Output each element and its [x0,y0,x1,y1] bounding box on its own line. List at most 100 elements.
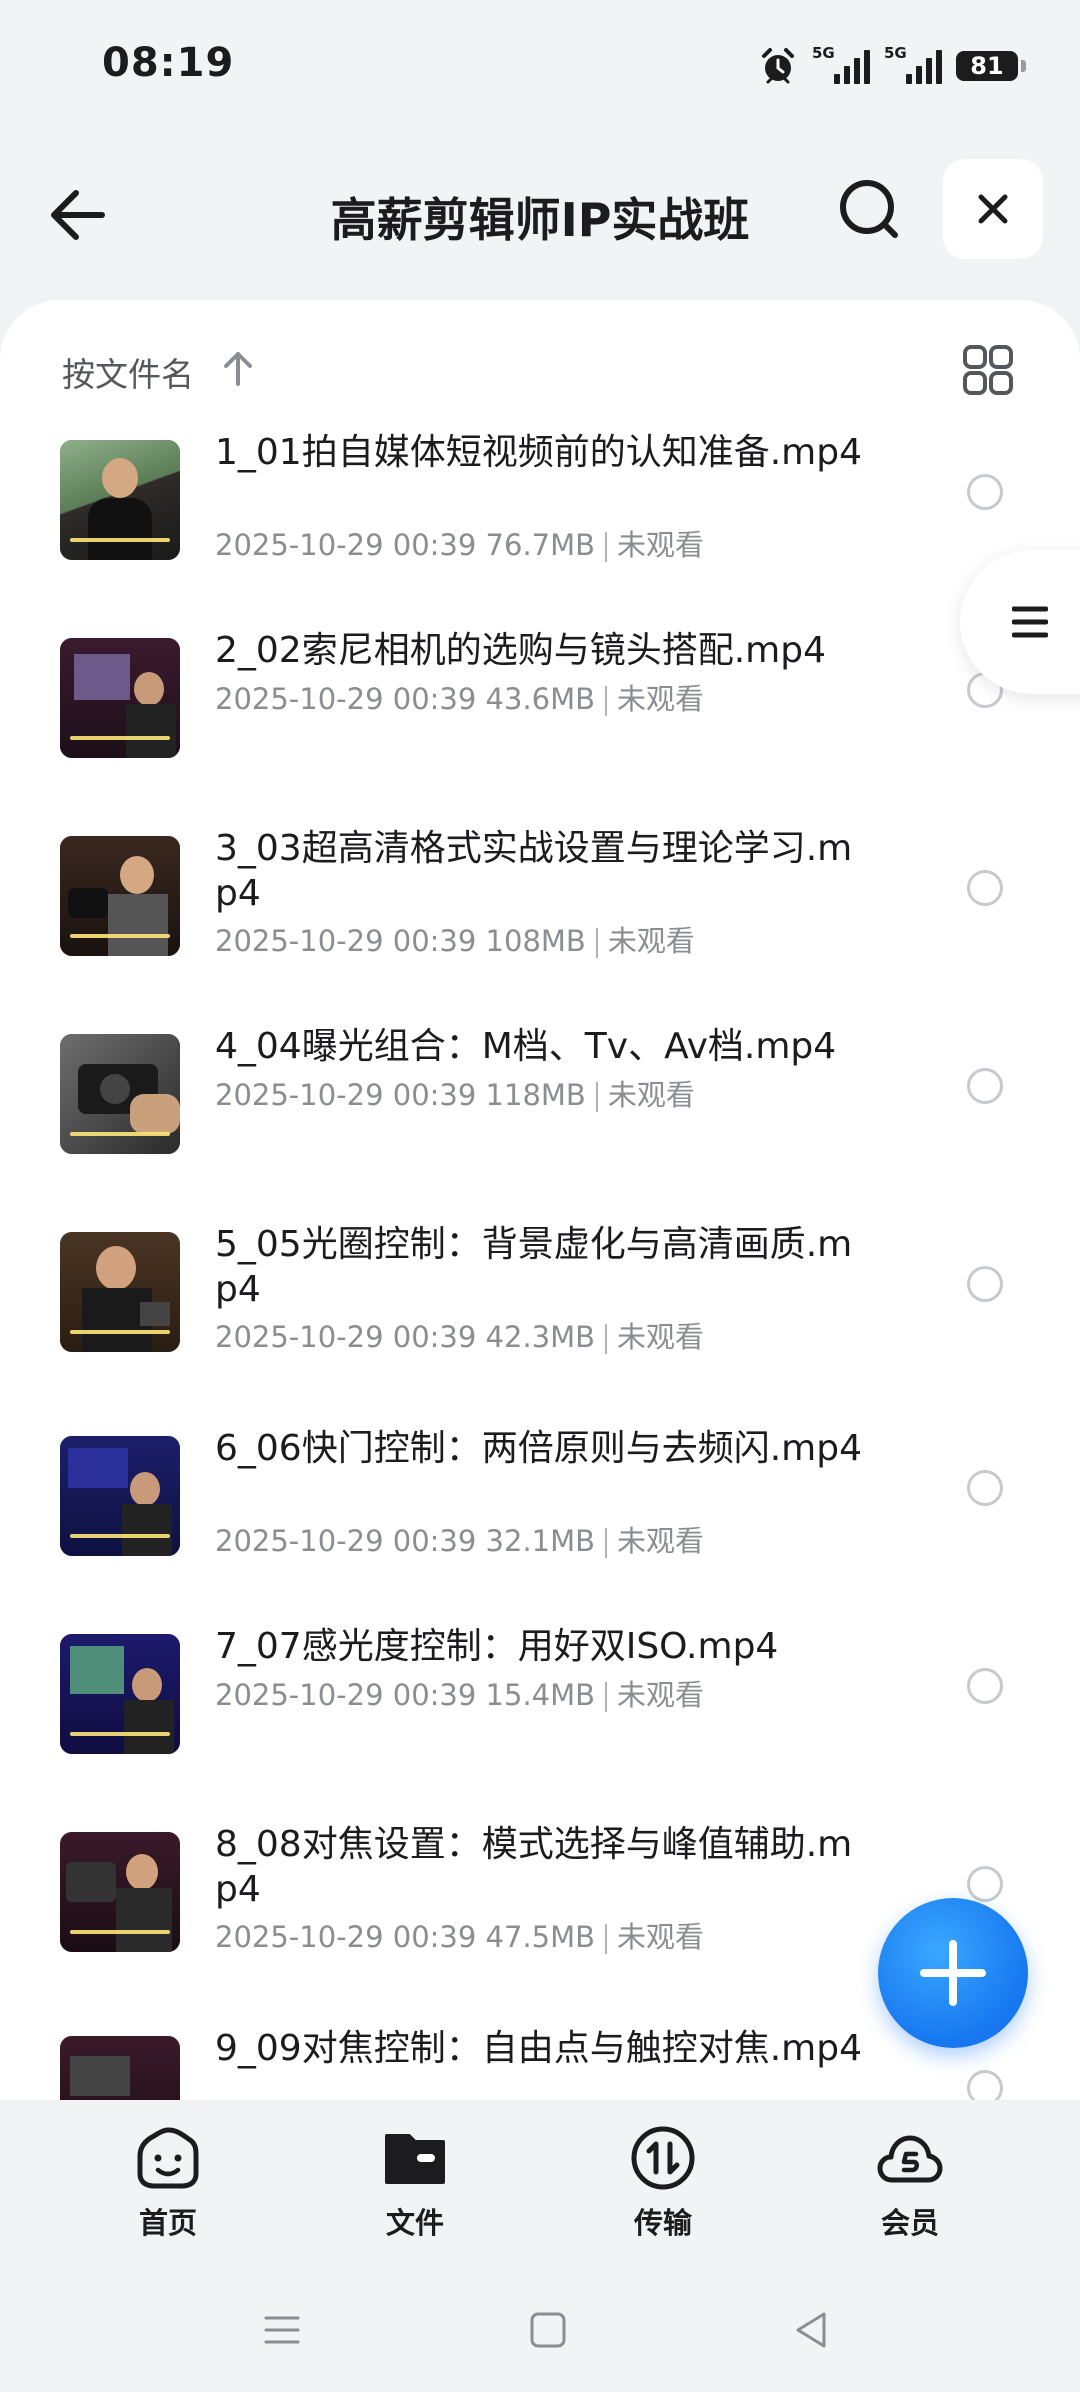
file-meta: 2025-10-29 00:39 32.1MB 未观看 [215,1518,704,1560]
signal-5g-icon-2: 5G [884,44,942,84]
recent-apps-icon[interactable] [262,2310,302,2350]
cloud-vip-icon [877,2135,943,2183]
file-name: 2_02索尼相机的选购与镜头搭配.mp4 [215,630,826,671]
file-date: 2025-10-29 00:39 [215,1524,477,1558]
select-radio[interactable] [967,474,1003,510]
sort-ascending-icon[interactable] [220,348,256,388]
transfer-icon [631,2126,695,2190]
file-date: 2025-10-29 00:39 [215,1320,477,1354]
file-size: 108MB [485,924,586,958]
file-size: 15.4MB [485,1678,596,1712]
video-thumbnail [60,1436,180,1556]
video-thumbnail [60,836,180,956]
watch-status: 未观看 [617,1320,705,1354]
battery-level: 81 [970,52,1004,80]
file-list: 1_01拍自媒体短视频前的认知准备.mp4 2025-10-29 00:39 7… [0,430,1080,2100]
file-list-item[interactable]: 7_07感光度控制：用好双ISO.mp4 2025-10-29 00:39 15… [0,1624,1080,1814]
watch-status: 未观看 [617,528,705,562]
menu-icon [1012,606,1048,638]
select-radio[interactable] [967,1068,1003,1104]
close-icon [978,194,1008,224]
watch-status: 未观看 [607,924,695,958]
file-name: 6_06快门控制：两倍原则与去频闪.mp4 [215,1428,862,1469]
tab-transfer[interactable]: 传输 [583,2124,743,2244]
file-meta: 2025-10-29 00:39 47.5MB 未观看 [215,1914,704,1956]
tab-label: 首页 [138,2206,197,2240]
watch-status: 未观看 [607,1078,695,1112]
search-button[interactable] [835,175,905,245]
signal-5g-icon-1: 5G [812,44,870,84]
video-thumbnail [60,440,180,560]
close-button[interactable] [943,159,1043,259]
file-size: 118MB [485,1078,586,1112]
tab-files[interactable]: 文件 [335,2124,495,2244]
file-list-item[interactable]: 4_04曝光组合：M档、Tv、Av档.mp4 2025-10-29 00:39 … [0,1024,1080,1214]
file-meta: 2025-10-29 00:39 118MB 未观看 [215,1072,695,1114]
file-list-item[interactable]: 1_01拍自媒体短视频前的认知准备.mp4 2025-10-29 00:39 7… [0,430,1080,620]
file-meta: 2025-10-29 00:39 42.3MB 未观看 [215,1314,704,1356]
file-meta: 2025-10-29 00:39 43.6MB 未观看 [215,676,704,718]
file-size: 76.7MB [485,528,596,562]
file-date: 2025-10-29 00:39 [215,1920,477,1954]
file-date: 2025-10-29 00:39 [215,528,477,562]
file-name: 7_07感光度控制：用好双ISO.mp4 [215,1626,779,1667]
file-meta: 2025-10-29 00:39 15.4MB 未观看 [215,1672,704,1714]
file-size: 47.5MB [485,1920,596,1954]
grid-view-icon[interactable] [962,344,1014,396]
select-radio[interactable] [967,1266,1003,1302]
select-radio[interactable] [967,870,1003,906]
bottom-nav: 首页 文件 传输 会员 [0,2100,1080,2270]
file-name: 1_01拍自媒体短视频前的认知准备.mp4 [215,432,862,473]
add-button[interactable] [878,1898,1028,2048]
file-name: 8_08对焦设置：模式选择与峰值辅助.mp4 [215,1824,853,1910]
alarm-icon [762,48,794,84]
tab-label: 文件 [385,2206,444,2240]
tab-label: 传输 [633,2206,692,2240]
video-thumbnail [60,1634,180,1754]
file-size: 43.6MB [485,682,596,716]
video-thumbnail [60,638,180,758]
file-name: 5_05光圈控制：背景虚化与高清画质.mp4 [215,1224,853,1310]
select-radio[interactable] [967,1668,1003,1704]
home-icon[interactable] [528,2310,568,2350]
video-thumbnail [60,1034,180,1154]
select-radio[interactable] [967,2070,1003,2100]
page-title: 高薪剪辑师IP实战班 [330,193,750,247]
tab-home[interactable]: 首页 [88,2124,248,2244]
file-date: 2025-10-29 00:39 [215,1078,477,1112]
file-name: 4_04曝光组合：M档、Tv、Av档.mp4 [215,1026,837,1067]
search-icon [840,180,898,238]
video-thumbnail [60,1832,180,1952]
file-date: 2025-10-29 00:39 [215,924,477,958]
back-nav-icon[interactable] [792,2310,832,2350]
select-radio[interactable] [967,1470,1003,1506]
file-date: 2025-10-29 00:39 [215,1678,477,1712]
file-list-item[interactable]: 3_03超高清格式实战设置与理论学习.mp4 2025-10-29 00:39 … [0,826,1080,1016]
header: 高薪剪辑师IP实战班 [0,150,1080,280]
status-icons: 5G 5G 81 [758,44,1026,88]
file-list-item[interactable]: 5_05光圈控制：背景虚化与高清画质.mp4 2025-10-29 00:39 … [0,1222,1080,1412]
file-meta: 2025-10-29 00:39 108MB 未观看 [215,918,695,960]
watch-status: 未观看 [617,1678,705,1712]
watch-status: 未观看 [617,1920,705,1954]
tab-label: 会员 [880,2206,939,2240]
folder-icon [385,2134,445,2184]
tab-membership[interactable]: 会员 [830,2124,990,2244]
video-thumbnail [60,2036,180,2100]
watch-status: 未观看 [617,1524,705,1558]
plus-icon [920,1940,986,2006]
file-date: 2025-10-29 00:39 [215,682,477,716]
file-size: 42.3MB [485,1320,596,1354]
smile-icon [137,2127,199,2189]
file-list-item[interactable]: 2_02索尼相机的选购与镜头搭配.mp4 2025-10-29 00:39 43… [0,628,1080,818]
battery-icon: 81 [956,51,1026,81]
status-time: 08:19 [102,40,235,86]
file-meta: 2025-10-29 00:39 76.7MB 未观看 [215,522,704,564]
select-radio[interactable] [967,1866,1003,1902]
file-list-item[interactable]: 6_06快门控制：两倍原则与去频闪.mp4 2025-10-29 00:39 3… [0,1426,1080,1616]
file-name: 9_09对焦控制：自由点与触控对焦.mp4 [215,2028,862,2069]
watch-status: 未观看 [617,682,705,716]
file-name: 3_03超高清格式实战设置与理论学习.mp4 [215,828,853,914]
sort-by-filename[interactable]: 按文件名 [62,348,194,396]
system-navigation-bar [0,2270,1080,2392]
